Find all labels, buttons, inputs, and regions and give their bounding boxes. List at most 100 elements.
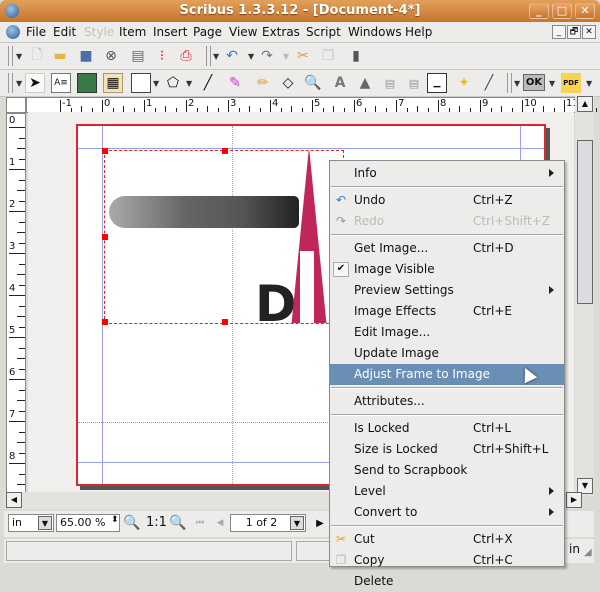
next-page-icon[interactable]: ▶ bbox=[310, 513, 330, 533]
maximize-button[interactable]: □ bbox=[552, 3, 572, 19]
previous-page-icon[interactable]: ◀ bbox=[210, 513, 230, 533]
polygon-tool-icon[interactable]: ⬠ bbox=[163, 73, 183, 93]
line-tool-icon[interactable]: ╱ bbox=[198, 73, 218, 93]
menu-item-update-image[interactable]: Update Image bbox=[330, 343, 564, 364]
menu-item-send-to-scrapbook[interactable]: Send to Scrapbook bbox=[330, 460, 564, 481]
bezier-tool-icon[interactable]: ✎ bbox=[225, 73, 245, 93]
resize-handle[interactable] bbox=[222, 148, 228, 154]
zoom-in-icon[interactable]: 🔍 bbox=[168, 513, 188, 533]
mdi-close-button[interactable]: ✕ bbox=[582, 25, 596, 39]
preflight-verifier-icon[interactable]: ⁝ bbox=[152, 46, 172, 66]
close-document-icon[interactable]: ⊗ bbox=[101, 46, 121, 66]
pdf-push-button-icon[interactable]: OK bbox=[523, 74, 545, 91]
menu-extras[interactable]: Extras bbox=[262, 25, 300, 39]
chevron-down-icon[interactable]: ▼ bbox=[38, 516, 52, 530]
resize-grip-icon[interactable]: ◢ bbox=[584, 547, 592, 558]
menu-item-image-visible[interactable]: ✔ Image Visible bbox=[330, 259, 564, 280]
menu-item-copy[interactable]: ❐ Copy Ctrl+C bbox=[330, 550, 564, 571]
eye-dropper-icon[interactable]: ╱ bbox=[479, 73, 499, 93]
ruler-origin[interactable] bbox=[6, 97, 26, 113]
rotate-tool-icon[interactable]: ◇ bbox=[278, 73, 298, 93]
open-folder-icon[interactable]: ▬ bbox=[50, 46, 70, 66]
menu-item-label: Cut bbox=[354, 532, 375, 546]
paste-icon[interactable]: ▮ bbox=[346, 46, 366, 66]
redo-icon[interactable]: ↷ bbox=[257, 46, 277, 66]
scroll-up-button[interactable]: ▲ bbox=[577, 96, 593, 112]
first-page-icon[interactable]: ⏮ bbox=[190, 513, 210, 533]
print-icon[interactable]: ▤ bbox=[128, 46, 148, 66]
close-button[interactable]: ✕ bbox=[575, 3, 595, 19]
edit-text-tool-icon[interactable]: A bbox=[330, 73, 350, 93]
link-text-frames-icon[interactable]: ▤ bbox=[380, 73, 400, 93]
save-icon[interactable]: ■ bbox=[76, 46, 96, 66]
chevron-down-icon[interactable]: ▼ bbox=[290, 516, 304, 530]
status-message bbox=[6, 541, 292, 561]
export-pdf-icon[interactable]: ⎙ bbox=[176, 46, 196, 66]
copy-icon[interactable]: ❐ bbox=[318, 46, 338, 66]
image-frame-tool-icon[interactable] bbox=[77, 73, 97, 93]
zoom-tool-icon[interactable]: 🔍 bbox=[303, 73, 323, 93]
vertical-scroll-thumb[interactable] bbox=[577, 140, 593, 304]
menu-item-convert-to[interactable]: Convert to bbox=[330, 502, 564, 523]
menu-item-preview-settings[interactable]: Preview Settings bbox=[330, 280, 564, 301]
chevron-down-icon: ▼ bbox=[549, 79, 556, 88]
image-frame[interactable]: D bbox=[104, 150, 344, 324]
zoom-out-icon[interactable]: 🔍 bbox=[122, 513, 142, 533]
menu-item[interactable]: Item bbox=[119, 25, 146, 39]
menu-item-cut[interactable]: ✂ Cut Ctrl+X bbox=[330, 529, 564, 550]
menu-view[interactable]: View bbox=[229, 25, 257, 39]
menu-item-get-image[interactable]: Get Image... Ctrl+D bbox=[330, 238, 564, 259]
zoom-stepper[interactable]: ⬍ bbox=[111, 515, 119, 525]
cut-icon[interactable]: ✂ bbox=[293, 46, 313, 66]
shape-tool-icon[interactable] bbox=[131, 73, 151, 93]
menu-item-undo[interactable]: ↶ Undo Ctrl+Z bbox=[330, 190, 564, 211]
app-menu-icon[interactable] bbox=[6, 25, 20, 39]
toolbar-grip[interactable] bbox=[507, 73, 512, 93]
menu-item-info[interactable]: Info bbox=[330, 163, 564, 184]
menu-file[interactable]: File bbox=[26, 25, 46, 39]
unlink-text-frames-icon[interactable]: ▤ bbox=[404, 73, 424, 93]
menu-page[interactable]: Page bbox=[193, 25, 222, 39]
horizontal-ruler[interactable]: -1 0 1 2 3 4 5 6 7 8 9 10 11 bbox=[26, 97, 597, 113]
menu-item-delete[interactable]: Delete bbox=[330, 571, 564, 592]
eyedropper-stamp-icon[interactable]: ▲ bbox=[355, 73, 375, 93]
zoom-reset-button[interactable]: 1:1 bbox=[146, 515, 167, 530]
vertical-scrollbar[interactable]: ▲ ▼ bbox=[575, 96, 594, 496]
resize-handle[interactable] bbox=[102, 319, 108, 325]
menu-item-label: Attributes... bbox=[354, 394, 425, 408]
scroll-left-button[interactable]: ◀ bbox=[6, 492, 22, 508]
toolbar-grip[interactable] bbox=[8, 73, 13, 93]
toolbar-grip[interactable] bbox=[8, 46, 13, 66]
text-frame-tool-icon[interactable]: A≡ bbox=[51, 73, 71, 93]
table-tool-icon[interactable]: ▦ bbox=[103, 73, 123, 93]
menu-item-level[interactable]: Level bbox=[330, 481, 564, 502]
scroll-right-button[interactable]: ▶ bbox=[566, 492, 582, 508]
menu-item-edit-image[interactable]: Edit Image... bbox=[330, 322, 564, 343]
ruler-tick bbox=[564, 100, 565, 112]
mdi-restore-button[interactable]: 🗗 bbox=[567, 25, 581, 39]
menu-windows[interactable]: Windows bbox=[348, 25, 402, 39]
vertical-ruler[interactable]: 0 1 2 3 4 5 6 7 8 bbox=[6, 113, 26, 496]
menu-edit[interactable]: Edit bbox=[53, 25, 76, 39]
select-tool-icon[interactable]: ➤ bbox=[25, 73, 45, 93]
resize-handle[interactable] bbox=[222, 319, 228, 325]
chevron-down-icon: ▼ bbox=[213, 52, 220, 61]
resize-handle[interactable] bbox=[102, 234, 108, 240]
menu-item-attributes[interactable]: Attributes... bbox=[330, 391, 564, 412]
menu-item-size-is-locked[interactable]: Size is Locked Ctrl+Shift+L bbox=[330, 439, 564, 460]
mdi-minimize-button[interactable]: _ bbox=[552, 25, 566, 39]
pdf-text-field-icon[interactable]: PDF bbox=[561, 73, 581, 93]
resize-handle[interactable] bbox=[102, 148, 108, 154]
menu-help[interactable]: Help bbox=[405, 25, 432, 39]
menu-insert[interactable]: Insert bbox=[153, 25, 187, 39]
new-document-icon[interactable]: 🗋 bbox=[27, 46, 47, 66]
minimize-button[interactable]: _ bbox=[529, 3, 549, 19]
undo-icon[interactable]: ↶ bbox=[222, 46, 242, 66]
copy-properties-icon[interactable]: ✦ bbox=[454, 73, 474, 93]
freehand-tool-icon[interactable]: ✏ bbox=[253, 73, 273, 93]
measurements-icon[interactable]: ▁ bbox=[427, 73, 447, 93]
menu-script[interactable]: Script bbox=[306, 25, 341, 39]
menu-item-is-locked[interactable]: Is Locked Ctrl+L bbox=[330, 418, 564, 439]
menu-item-image-effects[interactable]: Image Effects Ctrl+E bbox=[330, 301, 564, 322]
toolbar-grip[interactable] bbox=[206, 46, 211, 66]
